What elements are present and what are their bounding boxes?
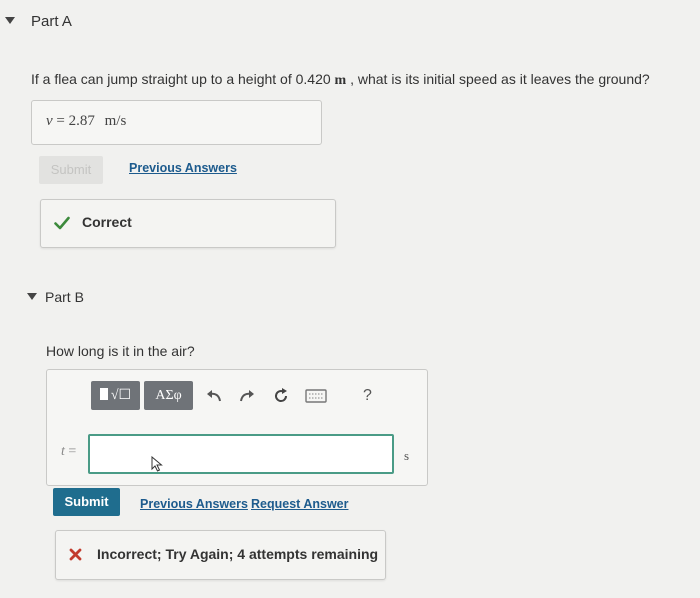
feedback-label: Correct (82, 214, 132, 230)
answer-input[interactable] (88, 434, 394, 474)
unit-label: s (404, 448, 410, 463)
part-a-answer: v = 2.87 m/s (46, 113, 126, 130)
question-unit: m (334, 73, 347, 88)
part-b-variable-label: t = (61, 444, 76, 460)
part-a-previous-answers-link[interactable]: Previous Answers (129, 161, 237, 175)
answer-equals: = (52, 113, 69, 129)
feedback-label: Incorrect; Try Again; 4 attempts remaini… (97, 546, 379, 562)
templates-icon (99, 388, 108, 400)
part-b-title[interactable]: Part B (45, 289, 84, 305)
templates-button[interactable]: √☐ (91, 381, 140, 410)
collapse-part-a-icon[interactable] (5, 17, 15, 24)
keyboard-icon[interactable] (305, 389, 327, 403)
question-text-end: , what is its initial speed as it leaves… (346, 71, 650, 87)
part-a-feedback: Correct (40, 199, 336, 248)
mouse-cursor-icon (151, 456, 163, 472)
undo-icon[interactable] (204, 387, 224, 405)
greek-symbols-button[interactable]: ΑΣφ (144, 381, 193, 410)
check-icon (54, 216, 70, 230)
part-a-submit-button[interactable]: Submit (39, 156, 103, 184)
greek-label: ΑΣφ (155, 388, 182, 403)
part-b-answer-area: √☐ ΑΣφ ? t = s (46, 369, 428, 486)
part-b-feedback: Incorrect; Try Again; 4 attempts remaini… (55, 530, 386, 580)
answer-value: 2.87 (68, 113, 95, 129)
question-text: If a flea can jump straight up to a heig… (31, 71, 335, 87)
help-button[interactable]: ? (363, 387, 372, 405)
part-b-question: How long is it in the air? (46, 343, 195, 359)
part-b-previous-answers-link[interactable]: Previous Answers (140, 497, 248, 511)
reset-icon[interactable] (271, 386, 291, 406)
part-a-title[interactable]: Part A (31, 13, 72, 30)
redo-icon[interactable] (237, 387, 257, 405)
part-b-submit-button[interactable]: Submit (53, 488, 120, 516)
collapse-part-b-icon[interactable] (27, 293, 37, 300)
answer-unit: m/s (104, 113, 127, 129)
templates-label: √☐ (110, 388, 132, 403)
answer-variable: v (46, 113, 53, 129)
x-icon (69, 548, 82, 561)
part-a-question: If a flea can jump straight up to a heig… (31, 71, 650, 89)
request-answer-link[interactable]: Request Answer (251, 497, 348, 511)
math-toolbar: √☐ ΑΣφ ? (91, 381, 391, 411)
answer-equals: = (64, 444, 77, 459)
part-a-answer-box: v = 2.87 m/s (31, 100, 322, 145)
